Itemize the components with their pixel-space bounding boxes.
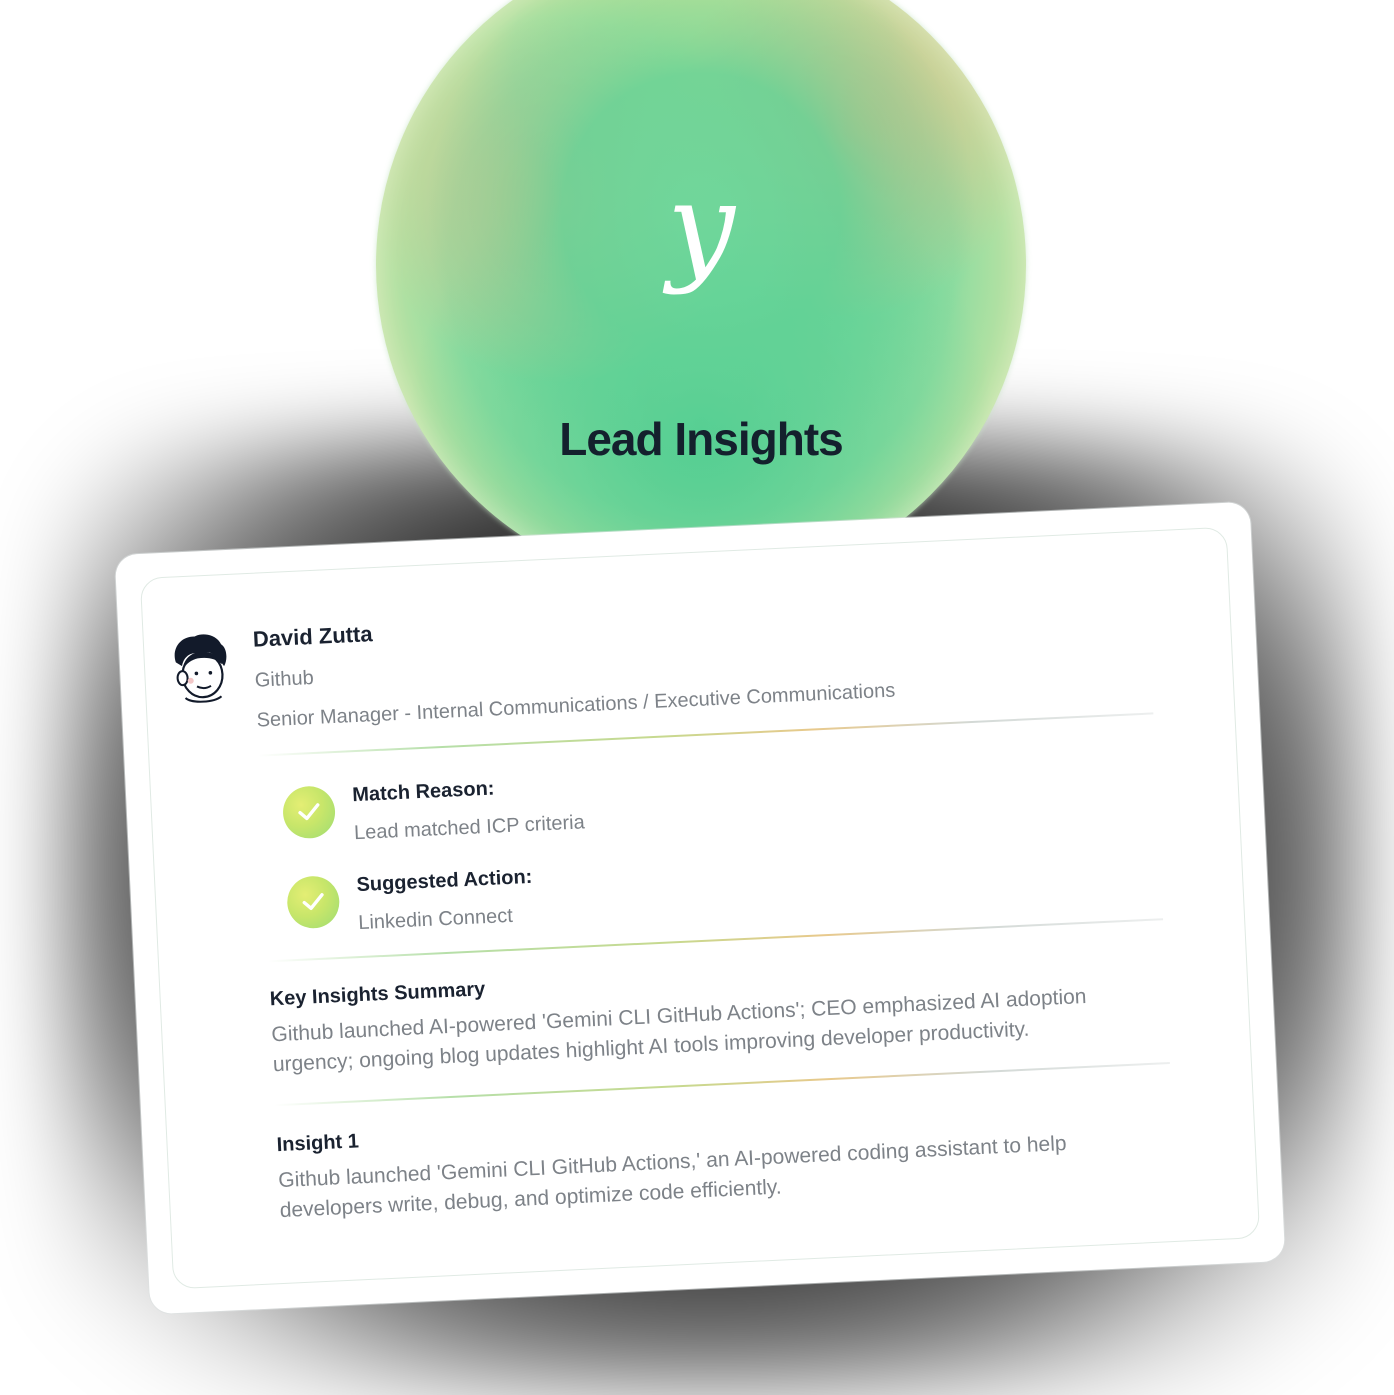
lead-insight-card[interactable]: David Zutta Github Senior Manager - Inte… — [114, 501, 1286, 1315]
page-title: Lead Insights — [559, 413, 843, 465]
canvas: y Lead Insights David Zutta Github Senio… — [0, 0, 1394, 1395]
check-icon — [302, 893, 324, 911]
insight-1-heading: Insight 1 — [276, 1130, 360, 1157]
lead-company: Github — [254, 666, 315, 692]
y-logo-icon: y — [667, 158, 735, 297]
check-icon — [298, 803, 320, 821]
avatar-icon — [174, 634, 227, 703]
